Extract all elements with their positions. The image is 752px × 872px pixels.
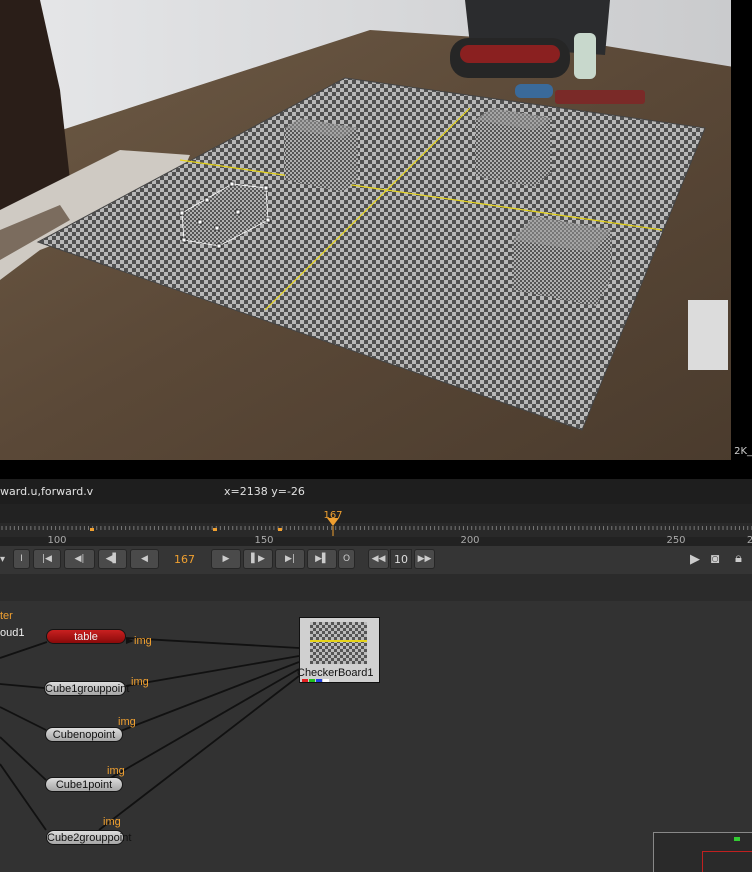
tick-label-200: 200 — [460, 535, 480, 546]
node-graph-minimap[interactable] — [653, 832, 752, 872]
play-forward-button[interactable]: ▶ — [211, 549, 241, 569]
out-point-button[interactable]: O — [338, 549, 355, 569]
right-black-margin — [731, 0, 752, 479]
checkerboard-node-label: CheckerBoard1 — [297, 667, 374, 679]
black-margin — [0, 460, 752, 479]
cube1point-img-label: img — [107, 765, 125, 777]
cube1grouppoint-node[interactable]: Cube1grouppoint — [44, 681, 129, 696]
cube2grouppoint-img-label: img — [103, 816, 121, 828]
prev-keyframe-button[interactable]: ◀| — [64, 549, 95, 569]
minimap-viewport[interactable] — [702, 851, 752, 872]
skip-forward-button[interactable]: ▶▶ — [414, 549, 435, 569]
play-backward-button[interactable]: ◀ — [130, 549, 159, 569]
tick-label-100: 100 — [47, 535, 67, 546]
channel-blue-indicator — [316, 679, 322, 682]
table-node[interactable]: table — [46, 629, 126, 644]
coordinates-readout: x=2138 y=-26 — [224, 485, 305, 498]
timeline-tick-marks — [1, 518, 752, 536]
cube2grouppoint-node[interactable]: Cube2grouppoint — [46, 830, 131, 845]
cube-back-right — [475, 108, 552, 187]
checkerboard-thumbnail — [310, 622, 367, 664]
last-frame-button[interactable]: ▶▌ — [307, 549, 337, 569]
next-frame-button[interactable]: ▌▶ — [243, 549, 273, 569]
lock-icon[interactable]: 🔒︎ — [735, 550, 742, 566]
cube-back-center — [285, 118, 358, 192]
current-frame-label: 167 — [323, 510, 343, 521]
cubenopoint-img-label: img — [118, 716, 136, 728]
dropdown-arrow-icon[interactable]: ▾ — [0, 554, 5, 565]
tick-label-250: 250 — [666, 535, 686, 546]
red-case-stripe — [460, 45, 560, 63]
controller — [515, 84, 553, 98]
cube1grouppoint-img-label: img — [131, 676, 149, 688]
phone — [555, 90, 645, 104]
timeline[interactable]: 167 100 150 200 250 2 — [0, 504, 752, 546]
resolution-label: 2K_ — [734, 446, 752, 457]
tick-label-partial: 2 — [746, 535, 752, 546]
transport-bar: ▾ I |◀ ◀| ◀▌ ◀ 167 ▶ ▌▶ ▶| ▶▌ O ◀◀ 10 ▶▶… — [0, 546, 752, 574]
channel-alpha-indicator — [323, 679, 329, 682]
record-icon[interactable]: ◙ — [711, 550, 719, 566]
bottle — [574, 33, 596, 79]
step-field[interactable]: 10 — [390, 549, 412, 569]
first-frame-button[interactable]: |◀ — [33, 549, 61, 569]
skip-back-button[interactable]: ◀◀ — [368, 549, 389, 569]
wall-outlet — [688, 300, 728, 370]
cubenopoint-node[interactable]: Cubenopoint — [45, 727, 123, 742]
minimap-node — [734, 837, 740, 841]
cube1point-node[interactable]: Cube1point — [45, 777, 123, 792]
channel-red-indicator — [302, 679, 308, 682]
table-img-label: img — [134, 635, 152, 647]
in-point-button[interactable]: I — [13, 549, 30, 569]
prev-frame-button[interactable]: ◀▌ — [98, 549, 127, 569]
viewer-canvas — [0, 0, 752, 479]
node-graph[interactable]: ter oud1 table img Cube1grouppoint img C… — [0, 574, 752, 872]
play-icon[interactable]: ▶ — [690, 551, 700, 567]
cube-front-right — [512, 216, 612, 306]
frame-field[interactable]: 167 — [174, 553, 195, 566]
tick-label-150: 150 — [254, 535, 274, 546]
channel-green-indicator — [309, 679, 315, 682]
viewer-info-bar: ward.u,forward.v x=2138 y=-26 — [0, 479, 752, 504]
next-keyframe-button[interactable]: ▶| — [275, 549, 305, 569]
viewer[interactable]: 2K_ — [0, 0, 752, 479]
channels-label: ward.u,forward.v — [0, 485, 94, 498]
